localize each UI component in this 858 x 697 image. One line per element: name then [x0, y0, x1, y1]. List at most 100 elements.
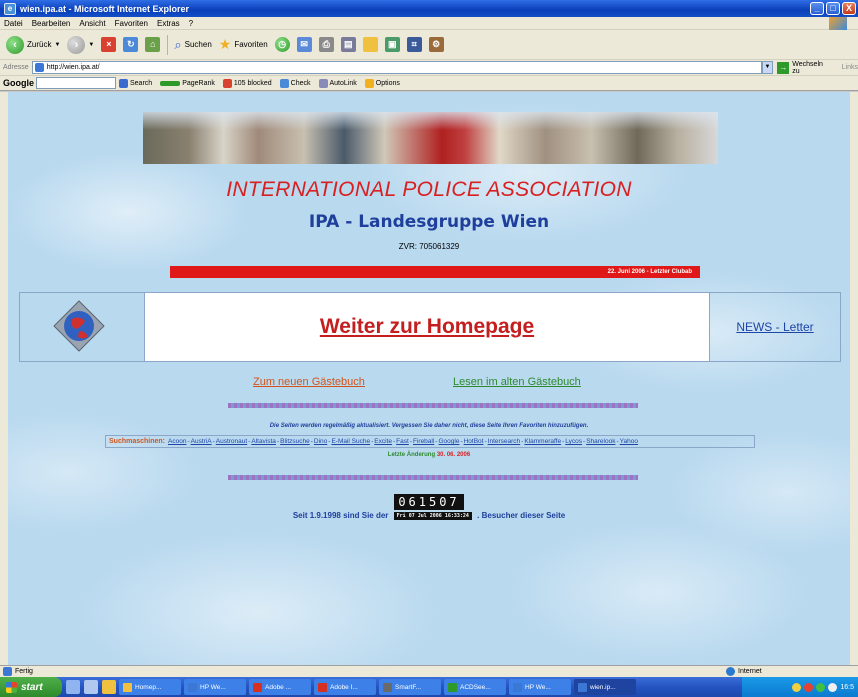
home-icon: ⌂ [145, 37, 161, 52]
engine-link[interactable]: Google [438, 438, 459, 445]
start-button[interactable]: start [0, 677, 62, 697]
taskbar-button[interactable]: Homep... [119, 679, 181, 695]
autolink-button[interactable]: AutoLink [318, 78, 357, 88]
tray-icon[interactable] [828, 682, 838, 692]
quicklaunch-mail-icon[interactable] [102, 680, 116, 694]
tools-icon: ⚙ [428, 37, 444, 52]
taskbar-button[interactable]: Adobe ... [249, 679, 311, 695]
quicklaunch-ie-icon[interactable] [66, 680, 80, 694]
menu-datei[interactable]: Datei [4, 19, 23, 28]
quicklaunch-desktop-icon[interactable] [84, 680, 98, 694]
back-button[interactable]: ‹ Zurück ▼ [6, 35, 60, 54]
blocked-label: 105 blocked [233, 79, 272, 87]
check-icon [279, 78, 289, 88]
new-guestbook-link[interactable]: Zum neuen Gästebuch [253, 376, 365, 388]
pagerank-indicator[interactable]: PageRank [160, 80, 215, 87]
task-label: SmartF... [395, 683, 422, 691]
engine-link[interactable]: Sharelook [586, 438, 615, 445]
research-button[interactable]: ⌗ [406, 37, 422, 52]
print-button[interactable]: ⎙ [318, 37, 334, 52]
engine-link[interactable]: Lycos [565, 438, 582, 445]
taskbar-button[interactable]: ACDSee... [444, 679, 506, 695]
taskbar-button[interactable]: HP We... [184, 679, 246, 695]
menu-ansicht[interactable]: Ansicht [79, 19, 105, 28]
engine-link[interactable]: Intersearch [488, 438, 521, 445]
status-bar: Fertig Internet [0, 665, 858, 677]
history-icon: ◷ [274, 37, 290, 52]
messenger-button[interactable]: ▣ [384, 37, 400, 52]
maximize-button[interactable]: □ [826, 2, 840, 15]
homepage-link[interactable]: Weiter zur Homepage [320, 315, 534, 339]
menu-extras[interactable]: Extras [157, 19, 180, 28]
search-button[interactable]: ⌕ Suchen [174, 37, 211, 53]
engine-link[interactable]: Austronaut [216, 438, 247, 445]
engine-link[interactable]: Blitzsuche [280, 438, 310, 445]
menu-favoriten[interactable]: Favoriten [115, 19, 148, 28]
engine-link[interactable]: Klammeraffe [524, 438, 561, 445]
messenger-icon: ▣ [384, 37, 400, 52]
minimize-button[interactable]: _ [810, 2, 824, 15]
page-status-icon [3, 667, 12, 676]
back-dropdown-icon[interactable]: ▼ [54, 42, 60, 48]
start-label: start [21, 681, 43, 693]
go-button[interactable]: → Wechseln zu [777, 61, 831, 75]
engine-link[interactable]: E-Mail Suche [331, 438, 370, 445]
spell-check-button[interactable]: Check [279, 78, 311, 88]
tools-button[interactable]: ⚙ [428, 37, 444, 52]
engine-separator: - [248, 438, 251, 445]
engine-link[interactable]: Yahoo [620, 438, 638, 445]
tray-icon[interactable] [792, 682, 802, 692]
task-label: ACDSee... [460, 683, 491, 691]
forward-button[interactable]: › ▼ [67, 35, 94, 54]
popup-blocker[interactable]: 105 blocked [222, 78, 272, 88]
refresh-button[interactable]: ↻ [123, 37, 139, 52]
clock[interactable]: 16:5 [840, 684, 854, 691]
windows-taskbar: start Homep... HP We... Adobe ... Adobe … [0, 677, 858, 697]
toolbar-separator [167, 34, 169, 55]
taskbar-button[interactable]: Adobe I... [314, 679, 376, 695]
taskbar-button[interactable]: SmartF... [379, 679, 441, 695]
search-icon: ⌕ [174, 36, 182, 52]
google-options-button[interactable]: Options [364, 78, 400, 88]
news-ticker-bar[interactable]: 22. Juni 2006 - Letzter Clubab [170, 266, 700, 278]
google-search-button[interactable]: Search [119, 78, 152, 88]
google-logo[interactable]: Google [3, 78, 34, 88]
address-bar: Adresse http://wien.ipa.at/ ▼ → Wechseln… [0, 60, 858, 76]
taskbar-button[interactable]: HP We... [509, 679, 571, 695]
tray-icon[interactable] [804, 682, 814, 692]
page-viewport[interactable]: INTERNATIONAL POLICE ASSOCIATION IPA - L… [8, 92, 850, 665]
task-folder-icon [123, 682, 132, 692]
tray-icon[interactable] [816, 682, 826, 692]
old-guestbook-link[interactable]: Lesen im alten Gästebuch [453, 376, 581, 388]
menu-bearbeiten[interactable]: Bearbeiten [32, 19, 71, 28]
engine-link[interactable]: Dino [314, 438, 327, 445]
windows-logo-icon [829, 17, 847, 30]
engine-link[interactable]: Altavista [251, 438, 276, 445]
menu-help[interactable]: ? [189, 19, 193, 28]
news-letter-link[interactable]: NEWS - Letter [736, 320, 813, 334]
forward-dropdown-icon[interactable]: ▼ [88, 42, 94, 48]
engine-link[interactable]: Excite [374, 438, 392, 445]
address-dropdown-icon[interactable]: ▼ [761, 61, 774, 74]
print-icon: ⎙ [318, 37, 334, 52]
stop-button[interactable]: × [101, 37, 117, 52]
edit-button[interactable]: ▤ [340, 37, 356, 52]
vienna-banner-image [143, 112, 718, 164]
engine-link[interactable]: Fast [396, 438, 409, 445]
mail-button[interactable]: ✉ [296, 37, 312, 52]
address-input[interactable]: http://wien.ipa.at/ [31, 61, 762, 74]
favorites-button[interactable]: ★ Favoriten [219, 36, 268, 53]
close-button[interactable]: X [842, 2, 856, 15]
folder-button[interactable] [362, 37, 378, 52]
links-button[interactable]: Links [842, 64, 858, 71]
pagerank-bar-icon [160, 80, 181, 86]
engine-link[interactable]: Acoon [168, 438, 186, 445]
taskbar-button-active[interactable]: wien.ip... [574, 679, 636, 695]
engine-link[interactable]: HotBot [464, 438, 484, 445]
task-label: wien.ip... [590, 683, 616, 691]
home-button[interactable]: ⌂ [145, 37, 161, 52]
engine-link[interactable]: AustriA [191, 438, 212, 445]
engine-link[interactable]: Fireball [413, 438, 434, 445]
google-search-input[interactable] [36, 77, 116, 89]
history-button[interactable]: ◷ [274, 37, 290, 52]
